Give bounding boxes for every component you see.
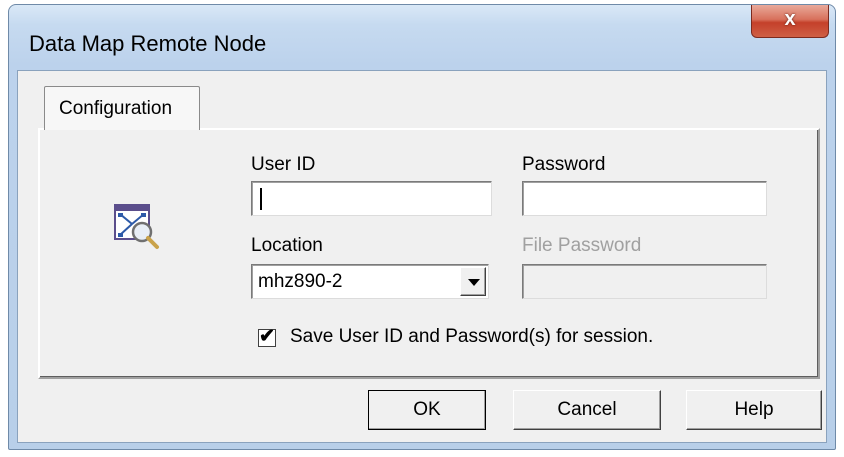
dialog-window: Data Map Remote Node x Configuration Use… [8,4,836,450]
close-icon: x [784,8,796,30]
user-id-field[interactable] [251,181,492,216]
password-field[interactable] [522,181,767,216]
close-button[interactable]: x [751,5,829,38]
save-credentials-checkbox[interactable]: ✔ [258,326,276,347]
location-dropdown[interactable]: mhz890-2 [251,264,489,299]
dialog-client-area: Configuration User ID Password Location … [17,70,827,443]
checkmark-icon: ✔ [259,326,275,347]
location-dropdown-button[interactable] [460,267,486,296]
data-map-search-icon [114,204,159,249]
password-label: Password [522,154,606,175]
cancel-button[interactable]: Cancel [513,390,661,430]
save-credentials-label[interactable]: Save User ID and Password(s) for session… [290,326,653,348]
chevron-down-icon [468,279,480,286]
file-password-label: File Password [522,235,642,256]
user-id-label: User ID [251,154,316,175]
tab-configuration[interactable]: Configuration [44,86,200,130]
location-label: Location [251,235,323,256]
location-value: mhz890-2 [258,271,343,292]
file-password-field [522,264,767,299]
window-title: Data Map Remote Node [29,31,267,56]
tab-label: Configuration [59,98,173,119]
text-caret [260,188,262,210]
help-button[interactable]: Help [686,390,822,430]
ok-button[interactable]: OK [368,390,486,430]
